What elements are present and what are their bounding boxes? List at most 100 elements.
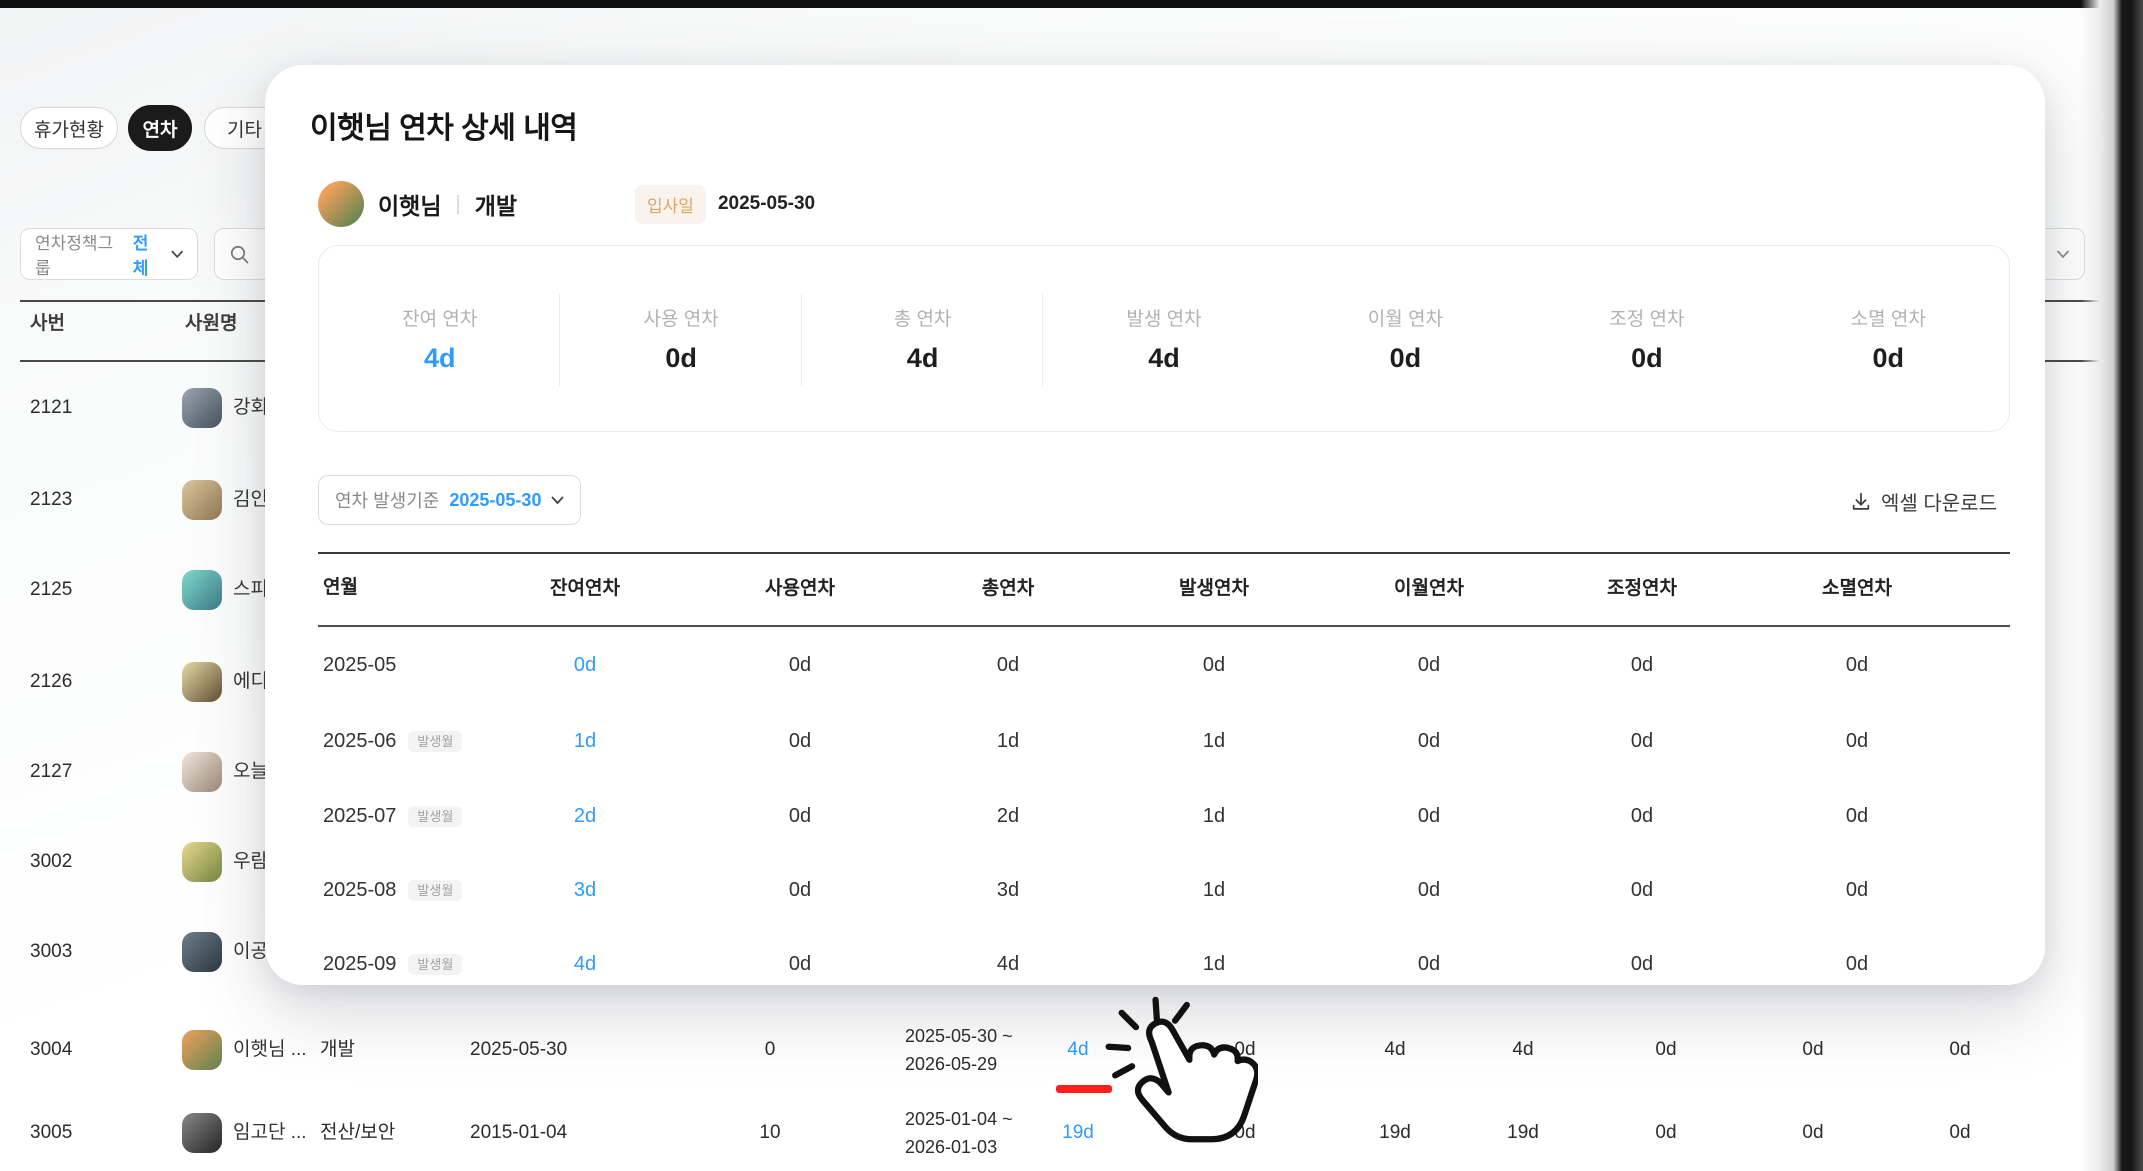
summary-label: 잔여 연차 <box>319 304 560 331</box>
total-days: 0d <box>997 650 1019 680</box>
avatar <box>182 842 222 882</box>
month-label: 2025-09 <box>323 949 396 979</box>
click-cursor-icon <box>1100 992 1258 1169</box>
adjusted-days: 0d <box>1631 875 1653 905</box>
total-days: 1d <box>997 726 1019 756</box>
summary-used: 사용 연차 0d <box>560 246 801 431</box>
employee-id: 2127 <box>30 752 72 792</box>
avatar <box>182 752 222 792</box>
employee-id: 3004 <box>30 1030 72 1070</box>
summary-label: 소멸 연차 <box>1768 304 2009 331</box>
expired-days: 0d <box>1846 801 1868 831</box>
column-header: 연월 <box>323 574 358 602</box>
accrual-basis-select[interactable]: 연차 발생기준 2025-05-30 <box>318 475 581 525</box>
tab-vacation-status[interactable]: 휴가현황 <box>20 107 118 149</box>
download-icon <box>1850 491 1872 513</box>
column-header: 총연차 <box>982 574 1034 604</box>
avatar <box>182 388 222 428</box>
summary-value: 4d <box>319 343 560 374</box>
carried-days: 0d <box>1655 1030 1676 1070</box>
month-row: 2025-06발생월 1d 0d 1d 1d 0d 0d 0d <box>265 726 2045 756</box>
leave-summary-card: 잔여 연차 4d 사용 연차 0d 총 연차 4d 발생 연차 4d 이월 연차… <box>318 245 2010 432</box>
period-start: 2025-01-04 ~ <box>905 1109 1013 1129</box>
remaining-days-link[interactable]: 19d <box>1062 1113 1094 1153</box>
accrued-days: 19d <box>1507 1113 1539 1153</box>
remaining-days-link[interactable]: 4d <box>1067 1030 1088 1070</box>
policy-group-select[interactable]: 연차정책그룹 전체 <box>20 228 198 280</box>
profile-dept: 개발 <box>475 187 517 221</box>
employee-id: 3003 <box>30 932 72 972</box>
employee-name: 김인 <box>233 480 268 520</box>
avatar <box>182 1030 222 1070</box>
chevron-down-icon <box>2056 250 2070 259</box>
period-end: 2026-05-29 <box>905 1054 997 1074</box>
table-row[interactable]: 3004 이햇님 ... 개발 2025-05-30 0 2025-05-30 … <box>0 1030 2105 1070</box>
adjusted-days: 0d <box>1802 1030 1823 1070</box>
avatar <box>182 480 222 520</box>
employee-id: 3005 <box>30 1113 72 1153</box>
summary-adjusted: 조정 연차 0d <box>1526 246 1767 431</box>
modal-table-header: 연월 잔여연차 사용연차 총연차 발생연차 이월연차 조정연차 소멸연차 <box>265 574 2045 602</box>
carried-days: 0d <box>1418 726 1440 756</box>
month-row: 2025-05 0d 0d 0d 0d 0d 0d 0d <box>265 650 2045 680</box>
avatar <box>182 662 222 702</box>
summary-label: 사용 연차 <box>560 304 801 331</box>
employee-id: 2126 <box>30 662 72 702</box>
accrual-month-badge: 발생월 <box>408 880 462 901</box>
policy-group-label: 연차정책그룹 <box>35 229 125 279</box>
chevron-down-icon <box>171 250 183 259</box>
accrued-days: 4d <box>1512 1030 1533 1070</box>
used-count: 10 <box>759 1113 780 1153</box>
join-date-value: 2025-05-30 <box>718 193 815 215</box>
carried-days: 0d <box>1418 875 1440 905</box>
tab-label: 기타 <box>227 115 262 142</box>
month-row: 2025-09발생월 4d 0d 4d 1d 0d 0d 0d <box>265 949 2045 979</box>
summary-label: 조정 연차 <box>1526 304 1767 331</box>
column-header: 소멸연차 <box>1822 574 1892 604</box>
tab-annual-leave[interactable]: 연차 <box>128 105 192 151</box>
remaining-days: 3d <box>574 875 596 905</box>
employee-id: 2125 <box>30 570 72 610</box>
excel-download-label: 엑셀 다운로드 <box>1881 487 1997 516</box>
avatar <box>318 181 364 227</box>
excel-download-button[interactable]: 엑셀 다운로드 <box>1850 487 1997 516</box>
summary-remaining: 잔여 연차 4d <box>319 246 560 431</box>
policy-group-value: 전체 <box>133 229 163 279</box>
avatar <box>182 1113 222 1153</box>
divider: | <box>455 193 460 216</box>
column-header-id: 사번 <box>30 308 65 335</box>
summary-value: 0d <box>1526 343 1767 374</box>
employee-name: 임고단 ... <box>233 1113 307 1153</box>
accrual-basis-label: 연차 발생기준 <box>335 487 439 513</box>
column-header: 조정연차 <box>1607 574 1677 604</box>
employee-name: 우람 <box>233 842 268 882</box>
remaining-days: 1d <box>574 726 596 756</box>
month-label: 2025-07 <box>323 801 396 831</box>
adjusted-days: 0d <box>1802 1113 1823 1153</box>
employee-name: 이공 <box>233 932 268 972</box>
month-label: 2025-08 <box>323 875 396 905</box>
column-header-name: 사원명 <box>185 308 237 335</box>
employee-name: 강회 <box>233 388 268 428</box>
employee-join-date: 2015-01-04 <box>470 1113 567 1153</box>
expired-days: 0d <box>1949 1030 1970 1070</box>
accrued-days: 0d <box>1203 650 1225 680</box>
accrual-month-badge: 발생월 <box>408 954 462 975</box>
accrual-month-badge: 발생월 <box>408 806 462 827</box>
column-header: 잔여연차 <box>550 574 620 604</box>
adjusted-days: 0d <box>1631 726 1653 756</box>
profile-name: 이햇님 <box>378 187 441 221</box>
accrual-month-badge: 발생월 <box>408 731 462 752</box>
adjusted-days: 0d <box>1631 801 1653 831</box>
tab-label: 휴가현황 <box>34 115 104 142</box>
remaining-days: 0d <box>574 650 596 680</box>
search-icon <box>229 244 250 265</box>
summary-value: 0d <box>560 343 801 374</box>
modal-title: 이햇님 연차 상세 내역 <box>310 103 577 147</box>
employee-name: 에디 <box>233 662 268 702</box>
total-days: 4d <box>997 949 1019 979</box>
tab-label: 연차 <box>143 115 178 142</box>
used-days: 0d <box>789 726 811 756</box>
table-row[interactable]: 3005 임고단 ... 전산/보안 2015-01-04 10 2025-01… <box>0 1113 2105 1153</box>
summary-value: 0d <box>1285 343 1526 374</box>
